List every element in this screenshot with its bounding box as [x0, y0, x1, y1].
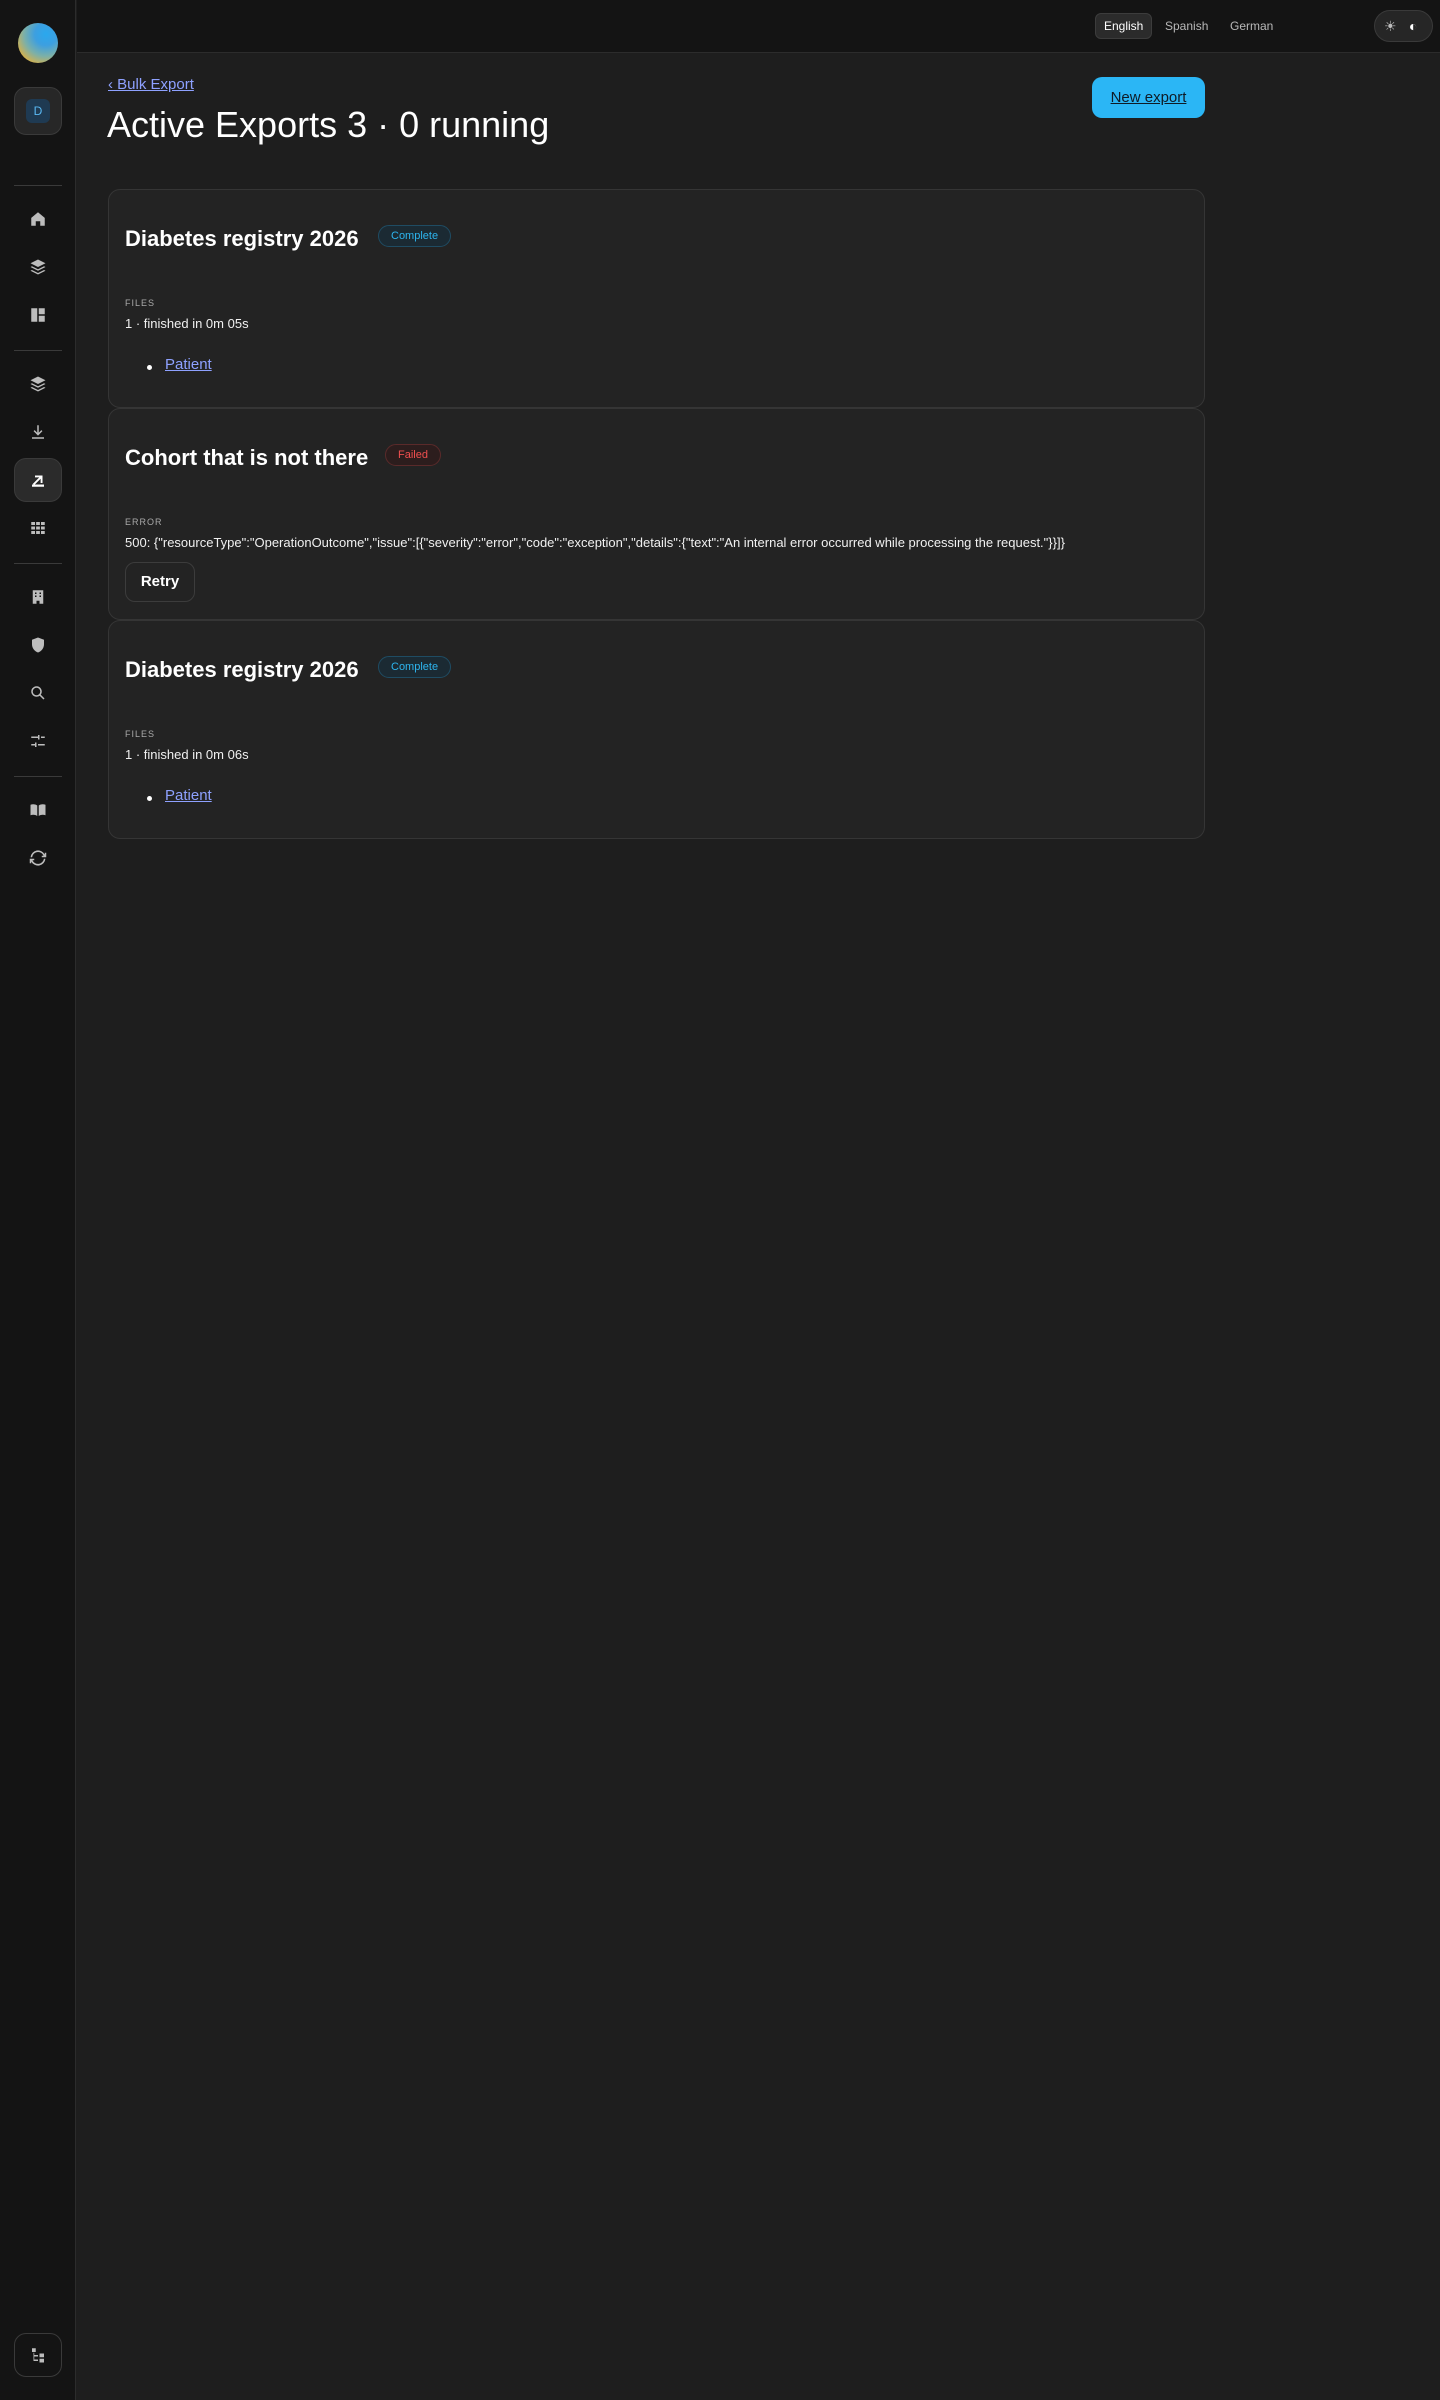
sidebar-item-export[interactable]	[14, 458, 62, 502]
sidebar-item-security[interactable]	[14, 623, 62, 667]
sidebar-item-building[interactable]	[14, 575, 62, 619]
sidebar-bottom-button[interactable]	[14, 2333, 62, 2377]
export-title: Cohort that is not there	[125, 445, 369, 470]
back-link-bulk-export[interactable]: ‹ Bulk Export	[108, 76, 194, 93]
export-card: Cohort that is not there Failed ERROR 50…	[108, 408, 1205, 620]
sidebar-item-grid[interactable]	[14, 506, 62, 550]
export-icon	[32, 475, 44, 487]
language-german[interactable]: German	[1222, 13, 1281, 39]
sidebar-divider	[14, 185, 62, 186]
sidebar-divider	[14, 776, 62, 777]
building-icon	[32, 590, 44, 604]
section-label: FILES	[125, 298, 156, 308]
hierarchy-icon	[32, 2348, 44, 2363]
sidebar-item-stack[interactable]	[14, 362, 62, 406]
file-link-patient[interactable]: Patient	[165, 356, 212, 373]
search-icon	[31, 686, 45, 700]
new-export-button[interactable]: New export	[1092, 77, 1205, 118]
retry-button[interactable]: Retry	[125, 562, 195, 602]
workspace-initial: D	[26, 99, 50, 123]
download-icon	[32, 425, 44, 439]
status-badge: Complete	[378, 656, 452, 678]
export-title: Diabetes registry 2026	[125, 657, 359, 682]
moon-icon[interactable]: ◐	[1409, 17, 1417, 35]
sidebar-divider	[14, 563, 62, 564]
sidebar-item-sync[interactable]	[14, 836, 62, 880]
status-badge: Failed	[385, 444, 441, 466]
export-summary: 1 · finished in 0m 05s	[125, 316, 249, 331]
language-english[interactable]: English	[1095, 13, 1153, 39]
sidebar-item-home[interactable]	[14, 197, 62, 241]
status-badge: Complete	[378, 225, 452, 247]
sliders-icon	[31, 735, 45, 747]
list-bullet	[147, 365, 152, 370]
sidebar-item-download[interactable]	[14, 410, 62, 454]
top-bar: English Spanish German ☀ ◐ K	[77, 0, 1440, 53]
shield-icon	[32, 637, 44, 653]
sidebar-item-docs[interactable]	[14, 788, 62, 832]
theme-toggle[interactable]: ☀ ◐	[1374, 10, 1433, 42]
export-card: Diabetes registry 2026 Complete FILES 1 …	[108, 620, 1205, 839]
export-title: Diabetes registry 2026	[125, 226, 359, 251]
home-icon	[31, 212, 45, 226]
export-card: Diabetes registry 2026 Complete FILES 1 …	[108, 189, 1205, 408]
sidebar-item-layers[interactable]	[14, 245, 62, 289]
section-label: ERROR	[125, 517, 163, 527]
language-spanish[interactable]: Spanish	[1157, 13, 1216, 39]
page-title: Active Exports 3 · 0 running	[107, 104, 550, 145]
stack-icon	[30, 376, 46, 392]
section-label: FILES	[125, 729, 156, 739]
workspace-switcher[interactable]: D	[14, 87, 62, 135]
sidebar-divider	[14, 350, 62, 351]
sidebar: D	[0, 0, 76, 2400]
export-summary: 1 · finished in 0m 06s	[125, 747, 249, 762]
book-icon	[30, 804, 46, 816]
refresh-icon	[29, 850, 47, 866]
error-message: 500: {"resourceType":"OperationOutcome",…	[125, 535, 1065, 550]
grid-icon	[31, 522, 45, 534]
sidebar-item-dashboard[interactable]	[14, 293, 62, 337]
file-link-patient[interactable]: Patient	[165, 787, 212, 804]
layers-icon	[30, 259, 46, 275]
list-bullet	[147, 796, 152, 801]
app-logo[interactable]	[18, 23, 58, 63]
sidebar-item-settings[interactable]	[14, 719, 62, 763]
dashboard-icon	[31, 308, 45, 322]
sidebar-item-search[interactable]	[14, 671, 62, 715]
sun-icon[interactable]: ☀	[1384, 17, 1397, 35]
